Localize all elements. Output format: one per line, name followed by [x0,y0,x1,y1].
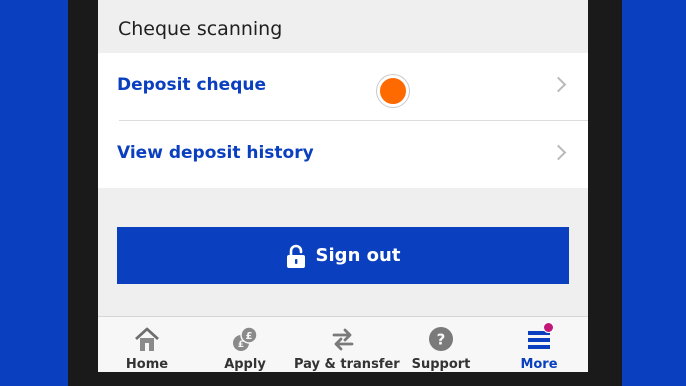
svg-text:£: £ [246,331,253,342]
device-frame: Cheque scanning Deposit cheque View depo… [0,0,686,386]
sign-out-button[interactable]: Sign out [117,227,569,284]
chevron-right-icon [550,144,567,161]
notification-badge [543,322,554,333]
tab-home-label: Home [125,357,169,372]
tab-pay-transfer-label: Pay & transfer [294,357,400,372]
view-deposit-history-row[interactable]: View deposit history [98,121,588,188]
house-icon [135,327,159,351]
tab-apply[interactable]: £ £ Apply [196,317,294,372]
transfer-arrows-icon [332,328,354,351]
tab-pay-transfer[interactable]: Pay & transfer [294,317,400,372]
bottom-tab-bar: Home £ £ Apply Pay & transfer ? Support … [98,316,588,372]
tab-support-label: Support [411,357,471,372]
view-deposit-history-label: View deposit history [117,143,314,163]
svg-text:£: £ [238,340,244,350]
svg-text:?: ? [437,331,446,349]
chevron-right-icon [550,76,567,93]
deposit-cheque-row[interactable]: Deposit cheque [98,53,588,120]
padlock-open-icon [286,244,305,268]
tab-home[interactable]: Home [98,317,196,372]
question-icon: ? [429,327,453,351]
app-screen: Cheque scanning Deposit cheque View depo… [98,0,588,372]
section-title: Cheque scanning [118,18,283,40]
tab-more-label: More [520,357,558,372]
coins-icon: £ £ [233,326,258,351]
cheque-options-list: Deposit cheque View deposit history [98,53,588,188]
tab-more[interactable]: More [490,317,588,372]
deposit-cheque-label: Deposit cheque [117,75,266,95]
tab-support[interactable]: ? Support [392,317,490,372]
sign-out-label: Sign out [315,245,401,266]
touch-indicator [377,75,409,107]
tab-apply-label: Apply [224,357,266,372]
